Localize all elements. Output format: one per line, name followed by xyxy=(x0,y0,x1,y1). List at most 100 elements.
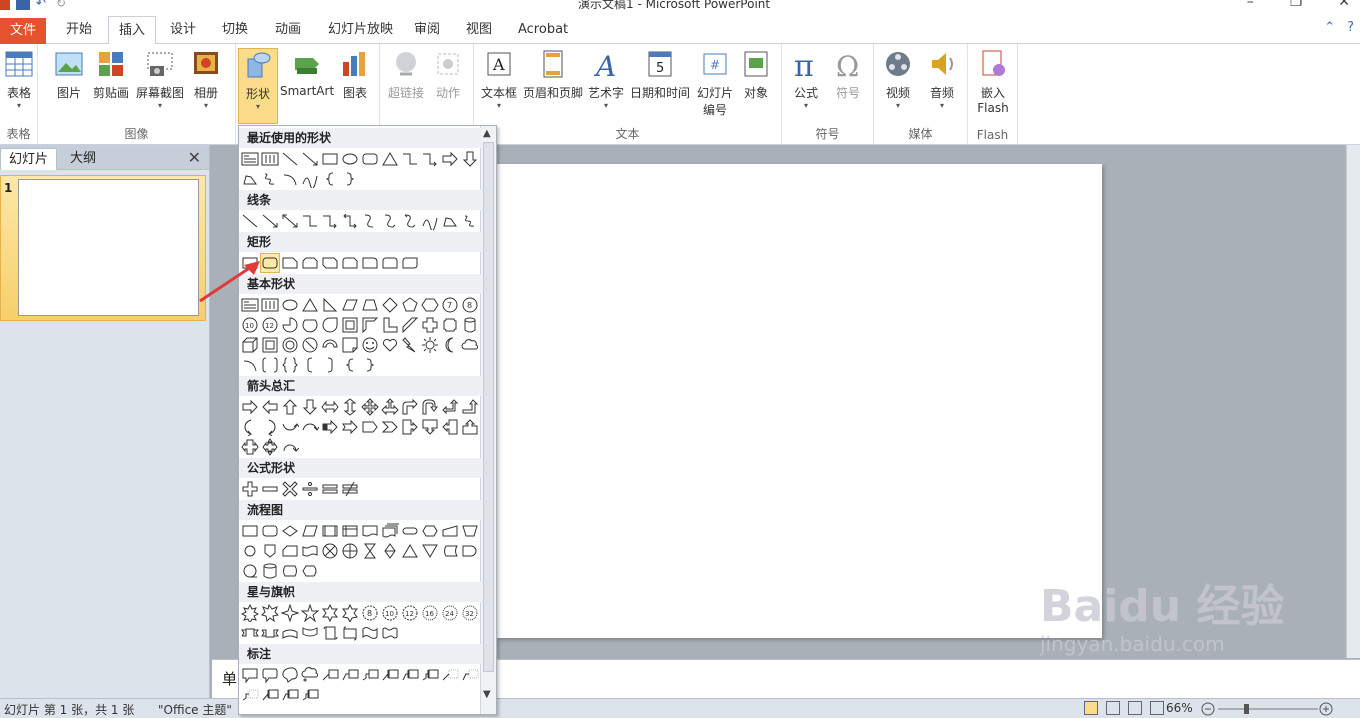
arrow-line-shape-icon[interactable] xyxy=(301,150,319,168)
album-button[interactable]: 相册 ▾ xyxy=(188,48,224,110)
star-7-point-icon[interactable] xyxy=(341,604,359,622)
slide-thumbnail[interactable] xyxy=(18,179,199,316)
flowchart-multidocument-icon[interactable] xyxy=(381,522,399,540)
pentagon-icon[interactable] xyxy=(401,296,419,314)
rectangle-shape-icon[interactable] xyxy=(321,150,339,168)
flowchart-predefined-process-icon[interactable] xyxy=(321,522,339,540)
elbow-connector-icon[interactable] xyxy=(301,212,319,230)
textbox-shape-icon[interactable] xyxy=(241,150,259,168)
right-block-arrow-icon[interactable] xyxy=(241,398,259,416)
flowchart-manual-input-icon[interactable] xyxy=(441,522,459,540)
help-icon[interactable]: ? xyxy=(1347,20,1354,35)
curve-icon[interactable] xyxy=(421,212,439,230)
curved-arrow-connector-icon[interactable] xyxy=(381,212,399,230)
wordart-button[interactable]: A 艺术字 ▾ xyxy=(586,48,626,110)
circular-arrow-icon[interactable] xyxy=(281,438,299,456)
chevron-icon[interactable] xyxy=(381,418,399,436)
flowchart-magnetic-disk-icon[interactable] xyxy=(261,562,279,580)
frame-icon[interactable] xyxy=(341,316,359,334)
left-block-arrow-icon[interactable] xyxy=(261,398,279,416)
left-right-up-arrow-icon[interactable] xyxy=(381,398,399,416)
flowchart-document-icon[interactable] xyxy=(361,522,379,540)
flowchart-terminator-icon[interactable] xyxy=(401,522,419,540)
curved-up-arrow-icon[interactable] xyxy=(281,418,299,436)
flowchart-sequential-access-icon[interactable] xyxy=(241,562,259,580)
decagon-icon[interactable]: 10 xyxy=(241,316,259,334)
explosion-2-icon[interactable] xyxy=(261,604,279,622)
line-callout-no-border-1-icon[interactable] xyxy=(441,666,459,684)
flowchart-process-icon[interactable] xyxy=(241,522,259,540)
rounded-rectangular-callout-icon[interactable] xyxy=(261,666,279,684)
left-brace-shape-icon[interactable] xyxy=(321,170,339,188)
vertical-scroll-icon[interactable] xyxy=(321,624,339,642)
star-10-point-icon[interactable]: 10 xyxy=(381,604,399,622)
scribble-shape-icon[interactable] xyxy=(261,170,279,188)
double-arrow-icon[interactable] xyxy=(281,212,299,230)
tab-acrobat[interactable]: Acrobat xyxy=(508,16,578,44)
trapezoid-icon[interactable] xyxy=(361,296,379,314)
restore-icon[interactable]: ❐ xyxy=(1290,0,1303,10)
right-arrow-callout-icon[interactable] xyxy=(401,418,419,436)
close-icon[interactable]: ✕ xyxy=(188,148,201,167)
teardrop-icon[interactable] xyxy=(321,316,339,334)
smiley-face-icon[interactable] xyxy=(361,336,379,354)
line-callout-accent-1-icon[interactable] xyxy=(381,666,399,684)
pentagon-arrow-icon[interactable] xyxy=(361,418,379,436)
flowchart-direct-access-icon[interactable] xyxy=(281,562,299,580)
star-12-point-icon[interactable]: 12 xyxy=(401,604,419,622)
zoom-level[interactable]: 66% xyxy=(1166,701,1193,715)
star-16-point-icon[interactable]: 16 xyxy=(421,604,439,622)
right-brace-shape-icon[interactable] xyxy=(341,170,359,188)
freeform-shape-icon[interactable] xyxy=(241,170,259,188)
round-single-corner-rectangle-icon[interactable] xyxy=(361,254,379,272)
bent-arrow-icon[interactable] xyxy=(401,398,419,416)
tab-insert[interactable]: 插入 xyxy=(108,16,157,46)
slide-number-button[interactable]: # 幻灯片 编号 xyxy=(694,48,736,118)
sun-icon[interactable] xyxy=(421,336,439,354)
down-arrow-callout-icon[interactable] xyxy=(421,418,439,436)
can-icon[interactable] xyxy=(461,316,479,334)
flowchart-data-icon[interactable] xyxy=(301,522,319,540)
star-24-point-icon[interactable]: 24 xyxy=(441,604,459,622)
hexagon-icon[interactable] xyxy=(421,296,439,314)
line-callout-accent-3-icon[interactable] xyxy=(421,666,439,684)
double-bracket-icon[interactable] xyxy=(261,356,279,374)
heptagon-icon[interactable]: 7 xyxy=(441,296,459,314)
curved-down-ribbon-icon[interactable] xyxy=(301,624,319,642)
round-same-side-rectangle-icon[interactable] xyxy=(381,254,399,272)
star-5-point-icon[interactable] xyxy=(301,604,319,622)
u-turn-arrow-icon[interactable] xyxy=(421,398,439,416)
tab-slideshow[interactable]: 幻灯片放映 xyxy=(318,16,403,44)
flowchart-alternate-process-icon[interactable] xyxy=(261,522,279,540)
tab-home[interactable]: 开始 xyxy=(56,16,102,44)
star-4-point-icon[interactable] xyxy=(281,604,299,622)
scroll-up-icon[interactable]: ▲ xyxy=(483,128,491,139)
video-button[interactable]: 视频 ▾ xyxy=(880,48,916,110)
cross-icon[interactable] xyxy=(421,316,439,334)
oval-shape-icon[interactable] xyxy=(341,150,359,168)
snip-single-corner-rectangle-icon[interactable] xyxy=(281,254,299,272)
equal-shape-icon[interactable] xyxy=(321,480,339,498)
plus-shape-icon[interactable] xyxy=(241,480,259,498)
elbow-double-arrow-icon[interactable] xyxy=(341,212,359,230)
flowchart-stored-data-icon[interactable] xyxy=(441,542,459,560)
down-arrow-shape-icon[interactable] xyxy=(461,150,479,168)
rounded-rectangle-shape-icon[interactable] xyxy=(361,150,379,168)
explosion-1-icon[interactable] xyxy=(241,604,259,622)
smartart-button[interactable]: SmartArt xyxy=(280,48,334,98)
flowchart-sort-icon[interactable] xyxy=(381,542,399,560)
vertical-scrollbar[interactable] xyxy=(1346,145,1360,658)
slide-canvas[interactable] xyxy=(496,164,1102,638)
equation-button[interactable]: π 公式 ▾ xyxy=(788,48,824,110)
wave-icon[interactable] xyxy=(361,624,379,642)
save-icon[interactable] xyxy=(16,0,30,10)
minus-shape-icon[interactable] xyxy=(261,480,279,498)
curved-right-arrow-icon[interactable] xyxy=(241,418,259,436)
elbow-connector-shape-icon[interactable] xyxy=(401,150,419,168)
heart-icon[interactable] xyxy=(381,336,399,354)
triangle-shape-icon[interactable] xyxy=(381,150,399,168)
no-symbol-icon[interactable] xyxy=(301,336,319,354)
striped-right-arrow-icon[interactable] xyxy=(321,418,339,436)
redo-icon[interactable]: ↻ xyxy=(56,0,70,10)
left-right-arrow-icon[interactable] xyxy=(321,398,339,416)
